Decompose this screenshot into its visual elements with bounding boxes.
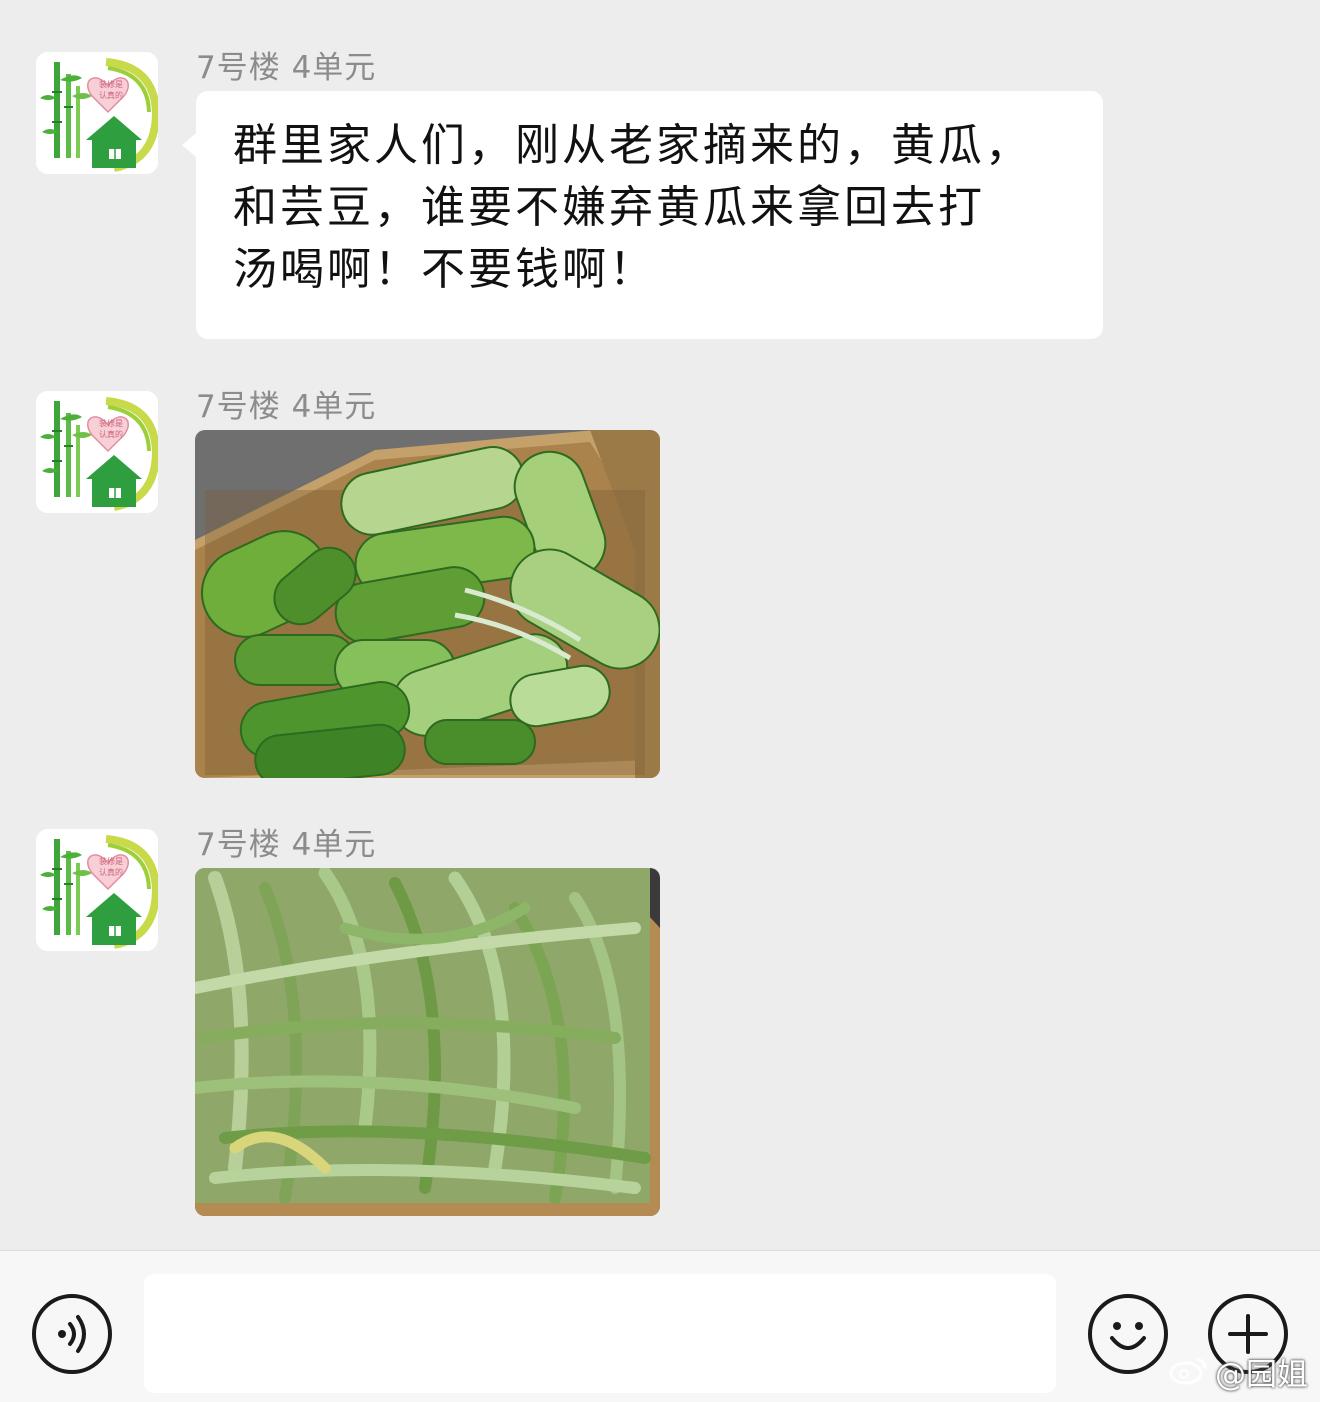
avatar-heart-text: 认真的 [99,91,123,100]
watermark-text: @园姐 [1215,1357,1308,1393]
chat-area[interactable]: 装修是 认真的 7号楼 4单元 群里家人们，刚从老家摘来的，黄瓜， 和芸豆，谁要… [0,0,1320,1250]
avatar-heart-text: 装修是 [99,419,123,428]
bubble-line: 汤喝啊！不要钱啊！ [233,244,656,295]
avatar[interactable]: 装修是 认真的 [36,829,158,951]
input-bar: @园姐 [0,1250,1320,1402]
beans-image [195,868,660,1216]
avatar[interactable]: 装修是 认真的 [36,52,158,174]
emoji-button[interactable] [1088,1294,1168,1374]
message-input[interactable] [144,1274,1056,1393]
sender-name: 7号楼 4单元 [196,50,377,86]
avatar-heart-text: 装修是 [99,80,123,89]
sender-name: 7号楼 4单元 [196,389,377,425]
bamboo-heart-house-icon [36,829,158,951]
voice-icon [58,1315,86,1353]
voice-button[interactable] [32,1294,112,1374]
watermark: @园姐 [1169,1349,1308,1394]
bubble-line: 群里家人们，刚从老家摘来的，黄瓜， [233,120,1032,171]
bamboo-heart-house-icon [36,52,158,174]
weibo-icon [1169,1357,1207,1385]
beans-photo[interactable] [195,868,660,1216]
cucumber-image [195,430,660,778]
avatar-heart-text: 认真的 [99,430,123,439]
text-bubble[interactable]: 群里家人们，刚从老家摘来的，黄瓜， 和芸豆，谁要不嫌弃黄瓜来拿回去打 汤喝啊！不… [182,91,1103,339]
avatar-heart-text: 装修是 [99,857,123,866]
bamboo-heart-house-icon [36,391,158,513]
cucumbers-photo[interactable] [195,430,660,778]
avatar-heart-text: 认真的 [99,868,123,877]
sender-name: 7号楼 4单元 [196,827,377,863]
avatar[interactable]: 装修是 认真的 [36,391,158,513]
bubble-line: 和芸豆，谁要不嫌弃黄瓜来拿回去打 [233,182,985,233]
emoji-icon [1110,1322,1146,1350]
